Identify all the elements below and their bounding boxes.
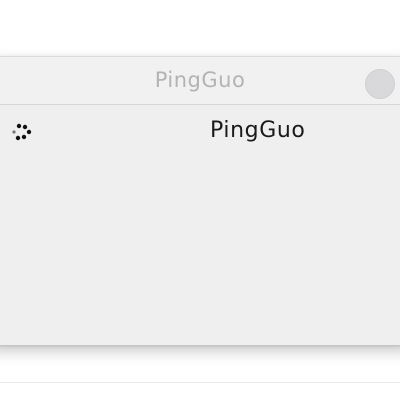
window-content: PingGuo bbox=[0, 105, 400, 345]
list-item[interactable]: PingGuo bbox=[0, 105, 400, 163]
item-label: PingGuo bbox=[210, 118, 306, 143]
window-title: PingGuo bbox=[154, 68, 246, 92]
loading-spinner-icon bbox=[12, 123, 32, 141]
window-control-button[interactable] bbox=[365, 69, 395, 99]
divider bbox=[0, 382, 400, 383]
title-bar[interactable]: PingGuo bbox=[0, 57, 400, 105]
app-window: PingGuo PingGuo bbox=[0, 56, 400, 345]
screen: PingGuo PingGuo bbox=[0, 0, 400, 400]
